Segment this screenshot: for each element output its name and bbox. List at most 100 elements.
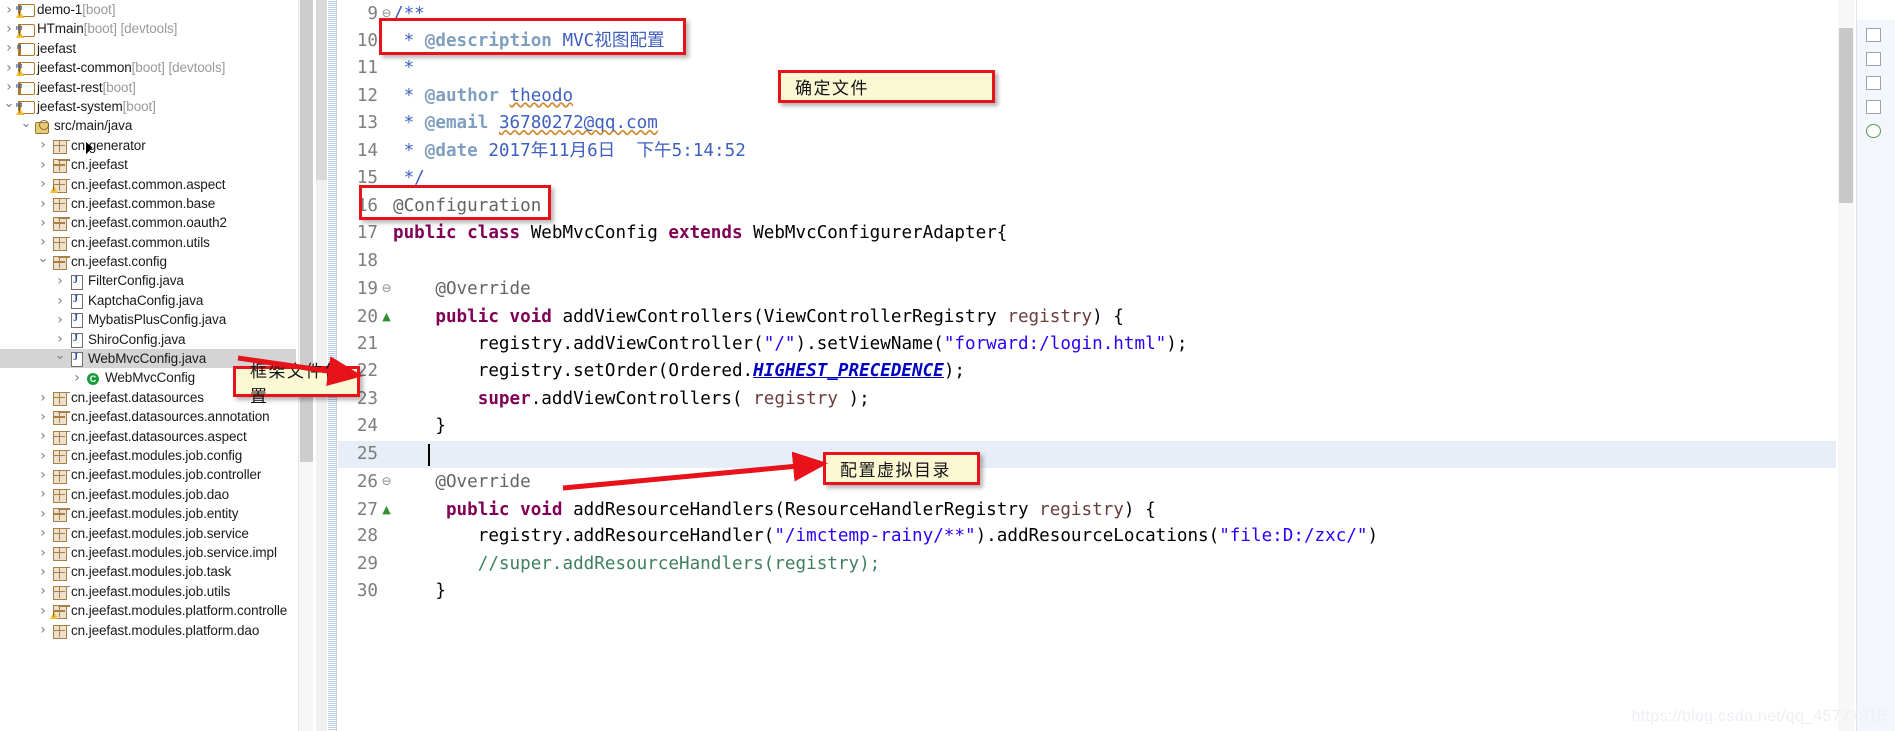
chevron-right-icon[interactable]: [36, 391, 50, 405]
editor-scrollbar-thumb[interactable]: [1839, 28, 1853, 203]
fold-collapse-icon[interactable]: ⊖: [380, 468, 393, 496]
code-line[interactable]: 26 ⊖ @Override: [338, 468, 1836, 496]
tree-item[interactable]: cn.jeefast.modules.platform.dao: [0, 621, 296, 640]
tree-item[interactable]: cn.jeefast.common.utils: [0, 233, 296, 252]
tree-item[interactable]: cn.jeefast.modules.job.task: [0, 562, 296, 581]
chevron-right-icon[interactable]: [36, 623, 50, 637]
chevron-right-icon[interactable]: [2, 61, 16, 75]
chevron-right-icon[interactable]: [36, 487, 50, 501]
code-line[interactable]: 19 ⊖ @Override: [338, 275, 1836, 303]
tree-item[interactable]: cn.jeefast.modules.job.config: [0, 446, 296, 465]
code-line[interactable]: 12 * @author theodo: [338, 83, 1836, 111]
chevron-right-icon[interactable]: [36, 216, 50, 230]
tree-item[interactable]: cn.jeefast.modules.job.controller: [0, 465, 296, 484]
chevron-right-icon[interactable]: [2, 80, 16, 94]
tree-item[interactable]: jeefast-system [boot]: [0, 97, 296, 117]
chevron-right-icon[interactable]: [2, 3, 16, 17]
tree-item[interactable]: cn.jeefast.modules.job.service.impl: [0, 543, 296, 562]
chevron-right-icon[interactable]: [2, 41, 16, 55]
fold-collapse-icon[interactable]: ⊖: [380, 0, 393, 28]
tree-item[interactable]: cn.jeefast.modules.job.entity: [0, 504, 296, 523]
chevron-down-icon[interactable]: [2, 100, 16, 113]
tree-item[interactable]: jeefast-common [boot] [devtools]: [0, 58, 296, 78]
chevron-right-icon[interactable]: [36, 429, 50, 443]
chevron-right-icon[interactable]: [36, 546, 50, 560]
tree-item[interactable]: HTmain [boot] [devtools]: [0, 19, 296, 39]
code-line[interactable]: 9 ⊖/**: [338, 0, 1836, 28]
tree-item[interactable]: cn.jeefast.datasources.aspect: [0, 427, 296, 446]
code-line[interactable]: 11 *: [338, 55, 1836, 83]
code-content[interactable]: 9 ⊖/** 10 * @description MVC视图配置 11 * 12 * …: [338, 0, 1836, 731]
tree-item[interactable]: cn.jeefast.modules.platform.controlle: [0, 601, 296, 620]
tree-item[interactable]: jeefast-rest [boot]: [0, 78, 296, 97]
chevron-right-icon[interactable]: [53, 313, 67, 327]
chevron-right-icon[interactable]: [36, 468, 50, 482]
chevron-right-icon[interactable]: [53, 274, 67, 288]
code-line[interactable]: 13 * @email 36780272@qq.com: [338, 110, 1836, 138]
tree-item[interactable]: cn.jeefast.datasources: [0, 388, 296, 407]
chevron-right-icon[interactable]: [36, 235, 50, 249]
code-line[interactable]: 25: [338, 440, 1836, 469]
explorer-scrollbar[interactable]: [298, 0, 313, 731]
chevron-right-icon[interactable]: [53, 332, 67, 346]
tree-item[interactable]: cn.jeefast.modules.job.dao: [0, 485, 296, 504]
chevron-right-icon[interactable]: [36, 507, 50, 521]
tree-item[interactable]: MybatisPlusConfig.java: [0, 310, 296, 329]
code-line[interactable]: 17 public class WebMvcConfig extends WebM…: [338, 220, 1836, 248]
chevron-right-icon[interactable]: [36, 197, 50, 211]
chevron-right-icon[interactable]: [36, 584, 50, 598]
right-side-panel[interactable]: [1856, 0, 1895, 731]
editor-area[interactable]: 9 ⊖/** 10 * @description MVC视图配置 11 * 12 * …: [316, 0, 1836, 731]
tree-item[interactable]: cn.jeefast: [0, 155, 296, 174]
tree-item[interactable]: cn.generator: [0, 136, 296, 155]
tree-item[interactable]: jeefast: [0, 39, 296, 58]
code-line[interactable]: 23 super.addViewControllers( registry );: [338, 386, 1836, 414]
chevron-right-icon[interactable]: [36, 138, 50, 152]
document2-icon[interactable]: [1866, 100, 1881, 114]
tree-item[interactable]: ShiroConfig.java: [0, 330, 296, 349]
chevron-right-icon[interactable]: [36, 565, 50, 579]
tree-item[interactable]: demo-1 [boot]: [0, 0, 296, 20]
tree-item[interactable]: cn.jeefast.datasources.annotation: [0, 407, 296, 426]
chevron-right-icon[interactable]: [53, 294, 67, 308]
chevron-right-icon[interactable]: [36, 177, 50, 191]
fold-collapse-icon[interactable]: ⊖: [380, 275, 393, 303]
chevron-right-icon[interactable]: [36, 604, 50, 618]
code-line[interactable]: 29 //super.addResourceHandlers(registry)…: [338, 551, 1836, 579]
package-explorer[interactable]: demo-1 [boot]HTmain [boot] [devtools]jee…: [0, 0, 296, 731]
code-line[interactable]: 18: [338, 248, 1836, 276]
document-icon[interactable]: [1866, 76, 1881, 90]
chevron-down-icon[interactable]: [19, 120, 33, 133]
image-icon[interactable]: [1866, 52, 1881, 66]
tree-item[interactable]: WebMvcConfig.java: [0, 349, 296, 369]
right-panel-tab[interactable]: [1857, 0, 1895, 20]
chevron-right-icon[interactable]: [36, 526, 50, 540]
code-line[interactable]: 16 @Configuration: [338, 193, 1836, 221]
chevron-right-icon[interactable]: [70, 371, 84, 385]
tree-item[interactable]: WebMvcConfig: [0, 368, 296, 387]
chevron-right-icon[interactable]: [36, 449, 50, 463]
tree-item[interactable]: FilterConfig.java: [0, 271, 296, 290]
tree-item[interactable]: cn.jeefast.common.oauth2: [0, 213, 296, 232]
tree-item[interactable]: cn.jeefast.common.base: [0, 194, 296, 213]
code-line[interactable]: 15 */: [338, 165, 1836, 193]
code-line[interactable]: 14 * @date 2017年11月6日 下午5:14:52: [338, 138, 1836, 166]
code-line[interactable]: 10 * @description MVC视图配置: [338, 28, 1836, 56]
editor-scrollbar[interactable]: [1838, 0, 1854, 731]
chevron-right-icon[interactable]: [36, 410, 50, 424]
tree-item[interactable]: cn.jeefast.config: [0, 252, 296, 271]
chevron-right-icon[interactable]: [2, 22, 16, 36]
tree-item[interactable]: KaptchaConfig.java: [0, 291, 296, 310]
code-line[interactable]: 27 ▲ public void addResourceHandlers(Reso…: [338, 496, 1836, 524]
code-line[interactable]: 21 registry.addViewController("/").setVi…: [338, 331, 1836, 359]
chevron-right-icon[interactable]: [36, 158, 50, 172]
explorer-scrollbar-thumb[interactable]: [300, 0, 313, 462]
tree-item[interactable]: src/main/java: [0, 116, 296, 135]
tree-item[interactable]: cn.jeefast.common.aspect: [0, 175, 296, 194]
code-line[interactable]: 24 }: [338, 413, 1836, 441]
chevron-down-icon[interactable]: [36, 255, 50, 268]
code-line[interactable]: 22 registry.setOrder(Ordered.HIGHEST_PRE…: [338, 358, 1836, 386]
code-line[interactable]: 28 registry.addResourceHandler("/imctemp…: [338, 523, 1836, 551]
chevron-down-icon[interactable]: [53, 352, 67, 365]
tree-item[interactable]: cn.jeefast.modules.job.service: [0, 524, 296, 543]
